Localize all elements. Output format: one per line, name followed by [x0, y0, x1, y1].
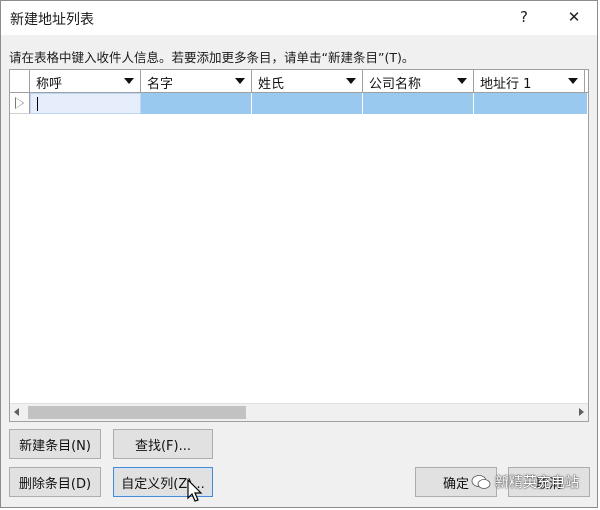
column-header-first-name[interactable]: 名字: [141, 70, 252, 92]
cell-salutation[interactable]: [30, 93, 141, 114]
column-header-salutation[interactable]: 称呼: [30, 70, 141, 92]
dropdown-arrow-icon[interactable]: [124, 78, 134, 84]
watermark-text: 新精英充电站: [495, 475, 579, 491]
cell-company[interactable]: [363, 93, 474, 114]
grid-header: 称呼 名字 姓氏 公司名称 地址行 1: [10, 70, 588, 93]
dropdown-arrow-icon[interactable]: [346, 78, 356, 84]
delete-entry-button[interactable]: 删除条目(D): [9, 467, 101, 497]
column-header-last-name[interactable]: 姓氏: [252, 70, 363, 92]
instruction-text: 请在表格中键入收件人信息。若要添加更多条目，请单击“新建条目”(T)。: [9, 50, 415, 65]
horizontal-scrollbar[interactable]: [10, 403, 588, 421]
column-header-address-line-1[interactable]: 地址行 1: [474, 70, 585, 92]
dialog-title: 新建地址列表: [10, 12, 94, 28]
cell-first-name[interactable]: [141, 93, 252, 114]
grid-corner: [10, 70, 30, 92]
row-selector[interactable]: [10, 93, 30, 114]
dropdown-arrow-icon[interactable]: [568, 78, 578, 84]
watermark: 新精英充电站: [471, 472, 579, 492]
cell-address-line-1[interactable]: [474, 93, 588, 114]
wechat-icon: [471, 475, 491, 489]
close-button[interactable]: ✕: [561, 5, 587, 29]
text-caret: [37, 97, 38, 111]
scroll-left-icon[interactable]: [14, 408, 19, 416]
mouse-pointer-icon: [187, 479, 203, 502]
new-address-list-dialog: 新建地址列表 ? ✕ 请在表格中键入收件人信息。若要添加更多条目，请单击“新建条…: [0, 0, 598, 508]
table-row[interactable]: [10, 93, 588, 114]
dropdown-arrow-icon[interactable]: [457, 78, 467, 84]
column-header-label: 称呼: [36, 77, 63, 92]
help-button[interactable]: ?: [511, 5, 537, 29]
column-header-label: 地址行 1: [480, 77, 532, 92]
column-header-label: 姓氏: [258, 77, 285, 92]
column-header-label: 名字: [147, 77, 174, 92]
dropdown-arrow-icon[interactable]: [235, 78, 245, 84]
scrollbar-thumb[interactable]: [28, 406, 246, 419]
find-button[interactable]: 查找(F)...: [113, 429, 213, 459]
column-header-label: 公司名称: [369, 77, 422, 92]
title-bar: 新建地址列表 ? ✕: [1, 1, 597, 35]
cell-last-name[interactable]: [252, 93, 363, 114]
column-header-company[interactable]: 公司名称: [363, 70, 474, 92]
address-grid[interactable]: 称呼 名字 姓氏 公司名称 地址行 1: [9, 69, 589, 422]
scroll-right-icon[interactable]: [579, 408, 584, 416]
new-entry-button[interactable]: 新建条目(N): [9, 429, 101, 459]
current-row-indicator-fill: [16, 98, 23, 108]
